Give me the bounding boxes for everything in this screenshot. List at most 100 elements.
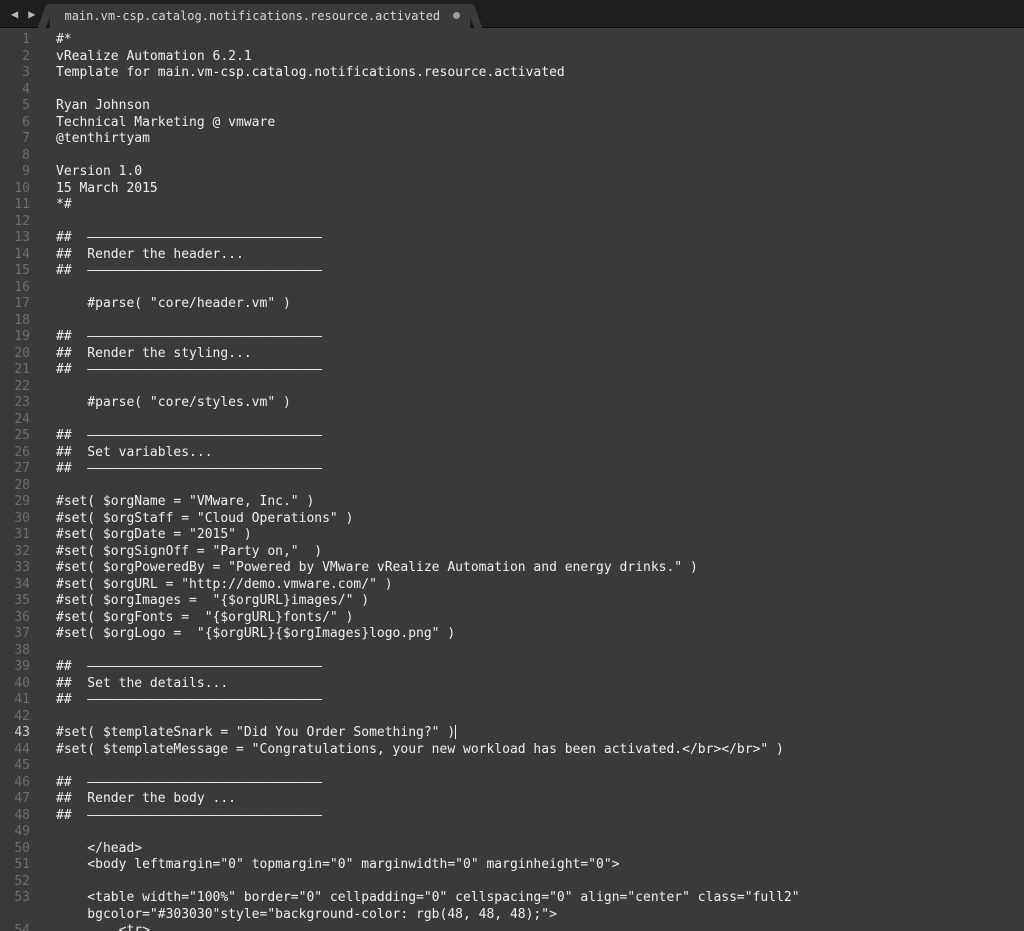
code-line[interactable]: 54 <tr> [0, 923, 1024, 931]
code-text[interactable]: #set( $orgName = "VMware, Inc." ) [56, 494, 314, 509]
code-line[interactable]: 16 [0, 280, 1024, 297]
code-text[interactable]: ## Render the styling... [56, 346, 252, 361]
code-text[interactable]: ## —————————————————————————————— [56, 329, 322, 344]
code-text[interactable]: #set( $orgSignOff = "Party on," ) [56, 544, 322, 559]
code-text[interactable]: ## —————————————————————————————— [56, 230, 322, 245]
code-line[interactable]: bgcolor="#303030"style="background-color… [0, 907, 1024, 924]
code-text[interactable]: ## —————————————————————————————— [56, 692, 322, 707]
code-editor[interactable]: 1#*2vRealize Automation 6.2.13Template f… [0, 28, 1024, 931]
code-line[interactable]: 3Template for main.vm-csp.catalog.notifi… [0, 65, 1024, 82]
code-line[interactable]: 53 <table width="100%" border="0" cellpa… [0, 890, 1024, 907]
code-text[interactable]: Technical Marketing @ vmware [56, 115, 275, 130]
code-line[interactable]: 28 [0, 478, 1024, 495]
code-line[interactable]: 12 [0, 214, 1024, 231]
code-text[interactable]: ## —————————————————————————————— [56, 263, 322, 278]
code-text[interactable]: #set( $templateMessage = "Congratulation… [56, 742, 784, 757]
code-line[interactable]: 29#set( $orgName = "VMware, Inc." ) [0, 494, 1024, 511]
code-text[interactable]: *# [56, 197, 72, 212]
code-line[interactable]: 25## —————————————————————————————— [0, 428, 1024, 445]
code-line[interactable]: 11*# [0, 197, 1024, 214]
code-text[interactable]: bgcolor="#303030"style="background-color… [56, 907, 557, 922]
code-line[interactable]: 5Ryan Johnson [0, 98, 1024, 115]
code-line[interactable]: 41## —————————————————————————————— [0, 692, 1024, 709]
code-line[interactable]: 1#* [0, 32, 1024, 49]
code-text[interactable]: </head> [56, 841, 142, 856]
code-line[interactable]: 18 [0, 313, 1024, 330]
code-text[interactable]: ## —————————————————————————————— [56, 428, 322, 443]
code-line[interactable]: 9Version 1.0 [0, 164, 1024, 181]
code-text[interactable]: ## —————————————————————————————— [56, 775, 322, 790]
code-line[interactable]: 20## Render the styling... [0, 346, 1024, 363]
code-line[interactable]: 47## Render the body ... [0, 791, 1024, 808]
code-line[interactable]: 7@tenthirtyam [0, 131, 1024, 148]
code-text[interactable]: ## —————————————————————————————— [56, 362, 322, 377]
code-line[interactable]: 36#set( $orgFonts = "{$orgURL}fonts/" ) [0, 610, 1024, 627]
nav-forward-icon[interactable]: ▶ [23, 7, 40, 21]
code-text[interactable]: <body leftmargin="0" topmargin="0" margi… [56, 857, 620, 872]
code-line[interactable]: 34#set( $orgURL = "http://demo.vmware.co… [0, 577, 1024, 594]
code-line[interactable]: 42 [0, 709, 1024, 726]
code-text[interactable]: Version 1.0 [56, 164, 142, 179]
code-line[interactable]: 48## —————————————————————————————— [0, 808, 1024, 825]
code-text[interactable]: ## —————————————————————————————— [56, 808, 322, 823]
code-text[interactable]: Template for main.vm-csp.catalog.notific… [56, 65, 565, 80]
tab-active[interactable]: main.vm-csp.catalog.notifications.resour… [50, 4, 470, 28]
code-line[interactable]: 1015 March 2015 [0, 181, 1024, 198]
code-text[interactable]: #parse( "core/header.vm" ) [56, 296, 291, 311]
code-line[interactable]: 44#set( $templateMessage = "Congratulati… [0, 742, 1024, 759]
code-line[interactable]: 17 #parse( "core/header.vm" ) [0, 296, 1024, 313]
code-text[interactable]: 15 March 2015 [56, 181, 158, 196]
code-line[interactable]: 4 [0, 82, 1024, 99]
code-text[interactable]: #* [56, 32, 72, 47]
code-line[interactable]: 32#set( $orgSignOff = "Party on," ) [0, 544, 1024, 561]
code-line[interactable]: 21## —————————————————————————————— [0, 362, 1024, 379]
code-text[interactable]: ## Render the header... [56, 247, 244, 262]
code-line[interactable]: 51 <body leftmargin="0" topmargin="0" ma… [0, 857, 1024, 874]
code-text[interactable]: ## —————————————————————————————— [56, 461, 322, 476]
code-text[interactable]: ## —————————————————————————————— [56, 659, 322, 674]
code-text[interactable]: #set( $orgURL = "http://demo.vmware.com/… [56, 577, 393, 592]
code-text[interactable]: @tenthirtyam [56, 131, 150, 146]
code-text[interactable]: ## Render the body ... [56, 791, 236, 806]
code-line[interactable]: 31#set( $orgDate = "2015" ) [0, 527, 1024, 544]
code-line[interactable]: 39## —————————————————————————————— [0, 659, 1024, 676]
code-text[interactable]: vRealize Automation 6.2.1 [56, 49, 252, 64]
code-text[interactable]: #set( $orgDate = "2015" ) [56, 527, 252, 542]
code-line[interactable]: 40## Set the details... [0, 676, 1024, 693]
code-line[interactable]: 26## Set variables... [0, 445, 1024, 462]
code-line[interactable]: 38 [0, 643, 1024, 660]
code-line[interactable]: 14## Render the header... [0, 247, 1024, 264]
code-line[interactable]: 24 [0, 412, 1024, 429]
code-text[interactable]: <table width="100%" border="0" cellpaddi… [56, 890, 800, 905]
code-line[interactable]: 33#set( $orgPoweredBy = "Powered by VMwa… [0, 560, 1024, 577]
code-text[interactable]: <tr> [56, 923, 150, 931]
code-line[interactable]: 6Technical Marketing @ vmware [0, 115, 1024, 132]
code-text[interactable]: #parse( "core/styles.vm" ) [56, 395, 291, 410]
code-line[interactable]: 35#set( $orgImages = "{$orgURL}images/" … [0, 593, 1024, 610]
code-text[interactable]: #set( $orgFonts = "{$orgURL}fonts/" ) [56, 610, 353, 625]
code-text[interactable]: ## Set variables... [56, 445, 213, 460]
code-text[interactable]: #set( $templateSnark = "Did You Order So… [56, 725, 456, 740]
code-line[interactable]: 2vRealize Automation 6.2.1 [0, 49, 1024, 66]
code-line[interactable]: 45 [0, 758, 1024, 775]
code-text[interactable]: #set( $orgImages = "{$orgURL}images/" ) [56, 593, 369, 608]
code-line[interactable]: 43#set( $templateSnark = "Did You Order … [0, 725, 1024, 742]
code-line[interactable]: 52 [0, 874, 1024, 891]
code-text[interactable]: #set( $orgPoweredBy = "Powered by VMware… [56, 560, 698, 575]
code-line[interactable]: 30#set( $orgStaff = "Cloud Operations" ) [0, 511, 1024, 528]
code-text[interactable]: #set( $orgLogo = "{$orgURL}{$orgImages}l… [56, 626, 455, 641]
code-line[interactable]: 8 [0, 148, 1024, 165]
code-line[interactable]: 19## —————————————————————————————— [0, 329, 1024, 346]
code-line[interactable]: 27## —————————————————————————————— [0, 461, 1024, 478]
code-text[interactable]: ## Set the details... [56, 676, 228, 691]
code-line[interactable]: 15## —————————————————————————————— [0, 263, 1024, 280]
code-line[interactable]: 37#set( $orgLogo = "{$orgURL}{$orgImages… [0, 626, 1024, 643]
code-text[interactable]: Ryan Johnson [56, 98, 150, 113]
code-line[interactable]: 13## —————————————————————————————— [0, 230, 1024, 247]
code-text[interactable]: #set( $orgStaff = "Cloud Operations" ) [56, 511, 353, 526]
code-line[interactable]: 46## —————————————————————————————— [0, 775, 1024, 792]
code-line[interactable]: 49 [0, 824, 1024, 841]
nav-back-icon[interactable]: ◀ [6, 7, 23, 21]
code-line[interactable]: 23 #parse( "core/styles.vm" ) [0, 395, 1024, 412]
code-line[interactable]: 50 </head> [0, 841, 1024, 858]
